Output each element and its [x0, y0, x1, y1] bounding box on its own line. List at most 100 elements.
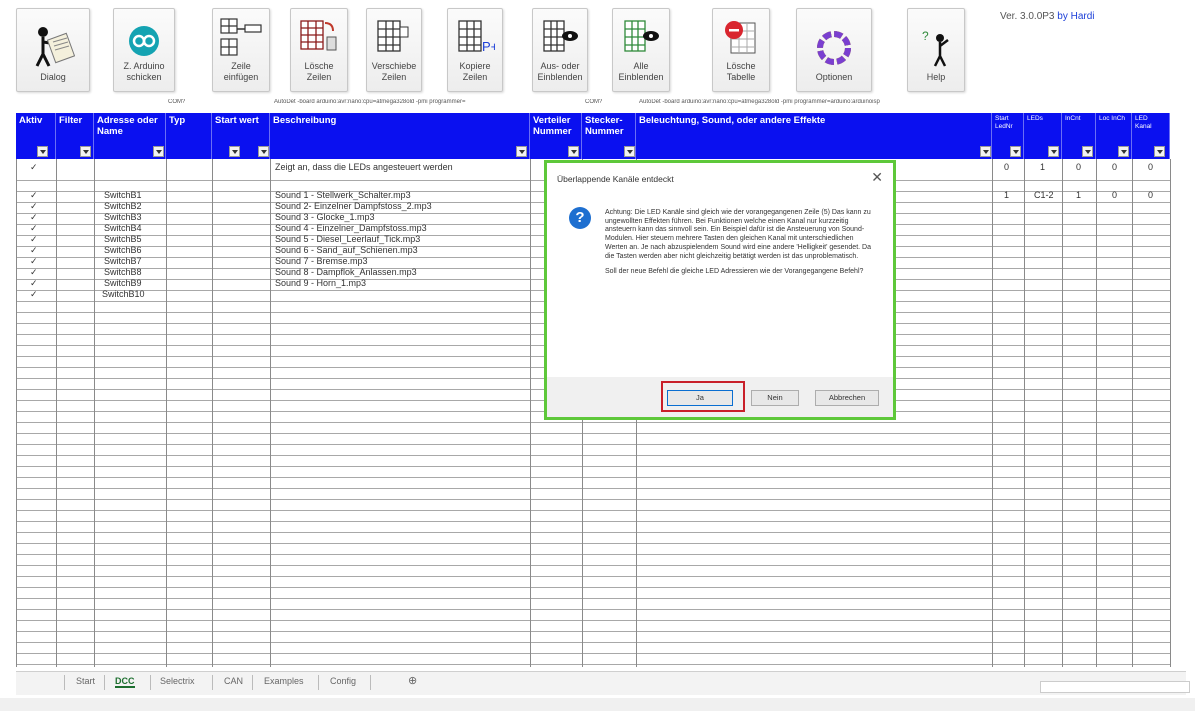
copy-rows-icon: P+: [455, 17, 495, 57]
cell-adresse[interactable]: SwitchB10: [102, 288, 145, 300]
filter-dropdown-stecker[interactable]: [624, 146, 635, 157]
cell-beschreibung[interactable]: Zeigt an, dass die LEDs angesteuert werd…: [275, 161, 453, 173]
tab-can[interactable]: CAN: [224, 676, 243, 686]
cell-start-lednr[interactable]: 0: [1004, 161, 1009, 173]
version-author: by Hardi: [1057, 11, 1095, 22]
grid-line: [16, 457, 1170, 467]
close-icon[interactable]: ✕: [871, 169, 883, 186]
dialog-label: Dialog: [40, 72, 66, 82]
cell-kanal[interactable]: 0: [1148, 161, 1153, 173]
board-hint-2: AutoDet -board arduino:avr:nano:cpu=atme…: [639, 99, 880, 105]
filter-dropdown-loc[interactable]: [1118, 146, 1129, 157]
eye-icon: [540, 17, 580, 57]
options-button[interactable]: Optionen: [796, 8, 872, 92]
grid-line: [16, 655, 1170, 665]
move-rows-icon: [374, 17, 414, 57]
delete-table-button[interactable]: Lösche Tabelle: [712, 8, 770, 92]
filter-dropdown-incnt[interactable]: [1082, 146, 1093, 157]
filter-dropdown-kanal[interactable]: [1154, 146, 1165, 157]
move-rows-button[interactable]: Verschiebe Zeilen: [366, 8, 422, 92]
insert-row-button[interactable]: Zeile einfügen: [212, 8, 270, 92]
overlap-dialog: Überlappende Kanäle entdeckt ✕ ? Achtung…: [544, 160, 896, 420]
tab-dcc[interactable]: DCC: [115, 676, 135, 688]
options-ring-icon: [814, 28, 854, 68]
dialog-button[interactable]: Dialog: [16, 8, 90, 92]
options-label: Optionen: [815, 72, 853, 82]
cell-aktiv[interactable]: ✓: [30, 288, 38, 300]
dialog-message-question: Soll der neue Befehl die gleiche LED Adr…: [605, 268, 864, 276]
help-label: Help: [926, 72, 946, 82]
filter-dropdown-leds[interactable]: [1048, 146, 1059, 157]
cell-loc[interactable]: 0: [1112, 189, 1117, 201]
ribbon-toolbar: Dialog Z. Arduino schicken Zeile einfüge…: [0, 0, 1195, 98]
no-button[interactable]: Nein: [751, 390, 799, 406]
com-hint-1: COM?: [168, 99, 186, 105]
copy-rows-button[interactable]: P+ Kopiere Zeilen: [447, 8, 503, 92]
yes-button[interactable]: Ja: [667, 390, 733, 406]
grid-line: [16, 545, 1170, 555]
grid-line: [16, 424, 1170, 434]
filter-dropdown-adresse[interactable]: [153, 146, 164, 157]
tab-config[interactable]: Config: [330, 676, 356, 686]
help-figure-icon: ?: [921, 28, 951, 68]
delete-rows-button[interactable]: Lösche Zeilen: [290, 8, 348, 92]
grid-line: [16, 578, 1170, 588]
filter-dropdown-startwert[interactable]: [258, 146, 269, 157]
com-hint-2: COM?: [585, 99, 603, 105]
svg-text:?: ?: [922, 29, 929, 43]
eye-icon: [621, 17, 661, 57]
tab-start[interactable]: Start: [76, 676, 95, 686]
cell-kanal[interactable]: 0: [1148, 189, 1153, 201]
grid-line: [16, 490, 1170, 500]
grid-line: [16, 611, 1170, 621]
delete-rows-label: Lösche Zeilen: [304, 61, 334, 82]
tab-examples[interactable]: Examples: [264, 676, 304, 686]
dialog-message-warning: Achtung: Die LED Kanäle sind gleich wie …: [605, 209, 871, 260]
grid-line: [16, 479, 1170, 489]
show-hide-label: Aus- oder Einblenden: [537, 61, 583, 82]
version-number: Ver. 3.0.0P3: [1000, 11, 1055, 22]
status-bar: [0, 698, 1195, 711]
filter-dropdown-typ[interactable]: [229, 146, 240, 157]
move-rows-label: Verschiebe Zeilen: [371, 61, 417, 82]
delete-table-icon: [721, 17, 761, 57]
filter-dropdown-aktiv[interactable]: [37, 146, 48, 157]
svg-text:P+: P+: [482, 39, 495, 54]
grid-line: [16, 446, 1170, 456]
show-all-button[interactable]: Alle Einblenden: [612, 8, 670, 92]
question-icon: ?: [569, 207, 591, 229]
grid-line: [16, 435, 1170, 445]
grid-line: [16, 534, 1170, 544]
filter-dropdown-effekte[interactable]: [980, 146, 991, 157]
filter-dropdown-beschreibung[interactable]: [516, 146, 527, 157]
cancel-button[interactable]: Abbrechen: [815, 390, 879, 406]
cell-loc[interactable]: 0: [1112, 161, 1117, 173]
grid-line: [16, 501, 1170, 511]
cell-start-lednr[interactable]: 1: [1004, 189, 1009, 201]
cell-leds[interactable]: C1-2: [1034, 189, 1054, 201]
version-text: Ver. 3.0.0P3 by Hardi: [1000, 11, 1095, 22]
send-to-arduino-button[interactable]: Z. Arduino schicken: [113, 8, 175, 92]
filter-dropdown-filter[interactable]: [80, 146, 91, 157]
cell-incnt[interactable]: 0: [1076, 161, 1081, 173]
cell-beschreibung[interactable]: Sound 9 - Horn_1.mp3: [275, 277, 366, 289]
cell-aktiv[interactable]: ✓: [30, 161, 38, 173]
delete-table-label: Lösche Tabelle: [726, 61, 756, 82]
add-sheet-icon[interactable]: ⊕: [408, 674, 417, 687]
show-all-label: Alle Einblenden: [618, 61, 664, 82]
help-button[interactable]: ? Help: [907, 8, 965, 92]
horizontal-scrollbar[interactable]: [1040, 681, 1190, 693]
grid-line: [16, 644, 1170, 654]
tab-selectrix[interactable]: Selectrix: [160, 676, 195, 686]
grid-line: [16, 567, 1170, 577]
filter-dropdown-verteiler[interactable]: [568, 146, 579, 157]
show-hide-button[interactable]: Aus- oder Einblenden: [532, 8, 588, 92]
delete-rows-icon: [299, 17, 339, 57]
filter-dropdown-start-lednr[interactable]: [1010, 146, 1021, 157]
grid-line: [16, 512, 1170, 522]
cell-leds[interactable]: 1: [1040, 161, 1045, 173]
cell-incnt[interactable]: 1: [1076, 189, 1081, 201]
header-aktiv: Aktiv: [16, 113, 56, 159]
grid-line: [16, 622, 1170, 632]
copy-rows-label: Kopiere Zeilen: [459, 61, 491, 82]
